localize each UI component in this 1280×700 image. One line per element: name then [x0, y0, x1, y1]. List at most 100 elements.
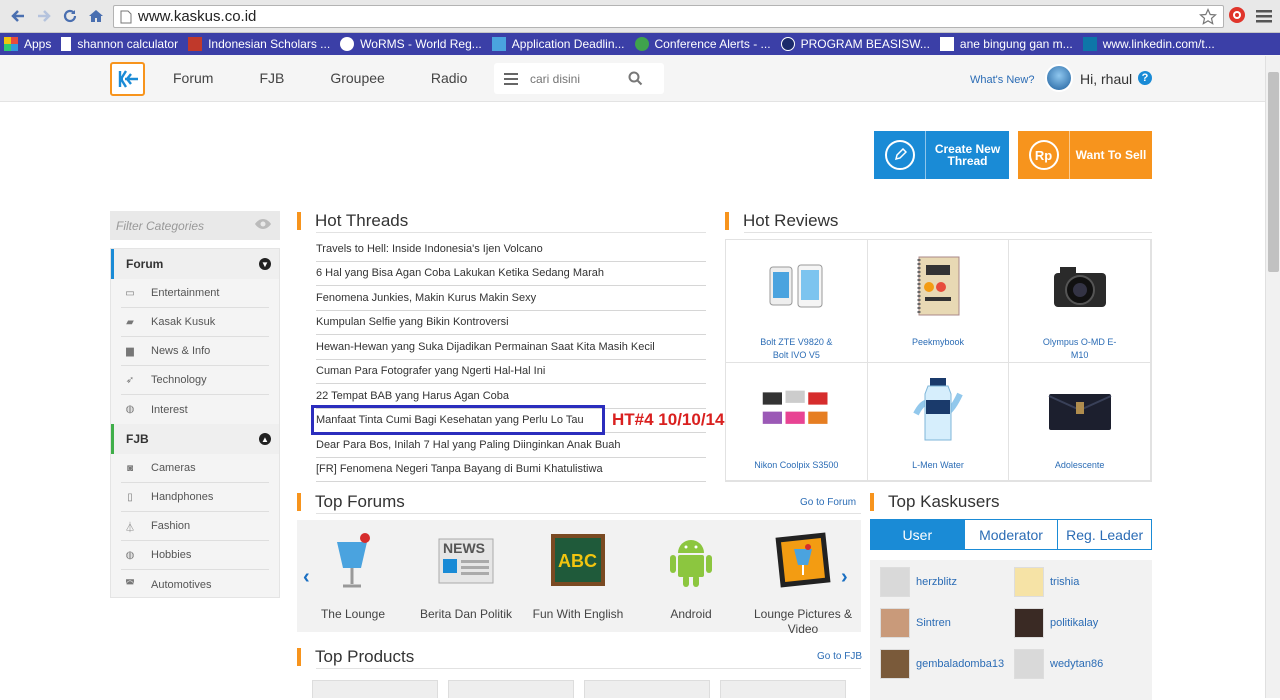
review-card[interactable]: Peekmybook	[867, 240, 1010, 363]
thread-link[interactable]: Cuman Para Fotografer yang Ngerti Hal-Ha…	[316, 360, 706, 384]
review-card[interactable]: Olympus O-MD E- M10	[1009, 240, 1151, 363]
whats-new-link[interactable]: What's New?	[970, 74, 1034, 86]
go-to-forum-link[interactable]: Go to Forum	[800, 497, 856, 508]
bookmark-item[interactable]: WoRMS - World Reg...	[340, 37, 482, 51]
bookmark-item[interactable]: Application Deadlin...	[491, 37, 625, 51]
thread-link[interactable]: Hewan-Hewan yang Suka Dijadikan Permaina…	[316, 335, 706, 360]
chevron-up-icon[interactable]: ▲	[259, 433, 271, 445]
news-text: NEWS	[443, 540, 485, 556]
go-to-fjb-link[interactable]: Go to FJB	[817, 651, 862, 662]
wallet-image	[1045, 375, 1115, 443]
search-icon[interactable]	[628, 71, 643, 86]
category-fashion[interactable]: ⏃ Fashion	[121, 512, 269, 541]
chrome-menu-icon[interactable]	[1256, 8, 1272, 24]
reload-button[interactable]	[58, 4, 82, 28]
category-forum-header[interactable]: Forum ▼	[111, 249, 279, 279]
eye-icon[interactable]	[254, 218, 272, 230]
review-card[interactable]: L-Men Water	[867, 363, 1010, 481]
rupiah-icon: Rp	[1028, 140, 1059, 170]
divider	[744, 232, 1152, 233]
address-bar[interactable]: www.kaskus.co.id	[113, 5, 1224, 28]
kaskus-k-icon	[118, 70, 138, 88]
page-scrollbar[interactable]	[1265, 56, 1280, 698]
forward-button[interactable]	[32, 4, 56, 28]
nav-groupee[interactable]: Groupee	[330, 70, 384, 86]
extension-icon[interactable]	[1228, 6, 1246, 24]
scrollbar-thumb[interactable]	[1268, 72, 1279, 272]
tab-user[interactable]: User	[871, 520, 965, 549]
nav-fjb[interactable]: FJB	[259, 70, 284, 86]
bookmark-item[interactable]: ane bingung gan m...	[939, 37, 1073, 51]
bookmark-star-icon[interactable]	[1199, 8, 1217, 26]
avatar[interactable]	[1045, 64, 1073, 92]
thread-link[interactable]: [FR] Fenomena Negeri Tanpa Bayang di Bum…	[316, 458, 706, 482]
kaskuser-item[interactable]: trishia	[1014, 567, 1079, 597]
thread-link[interactable]: Kumpulan Selfie yang Bikin Kontroversi	[316, 311, 706, 335]
top-nav: Forum FJB Groupee Radio	[173, 70, 513, 86]
user-greeting[interactable]: Hi, rhaul	[1080, 71, 1132, 87]
home-button[interactable]	[84, 4, 108, 28]
kaskuser-item[interactable]: herzblitz	[880, 567, 957, 597]
forum-card[interactable]: ABC Fun With English	[528, 530, 628, 622]
category-technology[interactable]: ➶ Technology	[121, 366, 269, 395]
top-products-heading: Top Products	[297, 646, 414, 668]
forum-card[interactable]: Android	[641, 530, 741, 622]
product-card[interactable]	[584, 680, 710, 698]
avatar	[1014, 567, 1044, 597]
tv-icon: ▭	[125, 287, 135, 299]
search-box	[494, 63, 664, 94]
product-card[interactable]	[312, 680, 438, 698]
forum-card[interactable]: The Lounge	[303, 530, 403, 622]
tab-moderator[interactable]: Moderator	[964, 520, 1059, 549]
nav-forum[interactable]: Forum	[173, 70, 213, 86]
kaskuser-item[interactable]: Sintren	[880, 608, 951, 638]
category-news-info[interactable]: ▆ News & Info	[121, 337, 269, 366]
review-card[interactable]: Adolescente	[1009, 363, 1151, 481]
nav-radio[interactable]: Radio	[431, 70, 468, 86]
category-kasak-kusuk[interactable]: ▰ Kasak Kusuk	[121, 308, 269, 337]
thread-link[interactable]: 6 Hal yang Bisa Agan Coba Lakukan Ketika…	[316, 262, 706, 286]
kaskuser-item[interactable]: gembaladomba13	[880, 649, 1004, 679]
category-interest[interactable]: ◍ Interest	[121, 395, 269, 424]
product-card[interactable]	[720, 680, 846, 698]
category-cameras[interactable]: ◙ Cameras	[121, 454, 269, 483]
want-to-sell-button[interactable]: Rp Want To Sell	[1018, 131, 1152, 179]
bookmark-apps[interactable]: Apps	[4, 37, 51, 51]
chevron-down-icon[interactable]: ▼	[259, 258, 271, 270]
water-bottle-image	[903, 375, 973, 443]
thread-link[interactable]: Dear Para Bos, Inilah 7 Hal yang Paling …	[316, 433, 706, 458]
category-handphones[interactable]: ▯ Handphones	[121, 483, 269, 512]
search-input[interactable]	[528, 71, 624, 86]
bookmark-item[interactable]: www.linkedin.com/t...	[1082, 37, 1215, 51]
annotation-label: HT#4 10/10/14	[612, 410, 725, 429]
category-fjb-header[interactable]: FJB ▲	[111, 424, 279, 454]
thread-link[interactable]: Fenomena Junkies, Makin Kurus Makin Sexy	[316, 286, 706, 311]
lounge-pictures-icon	[774, 530, 832, 590]
bookmark-item[interactable]: Conference Alerts - ...	[634, 37, 771, 51]
category-hobbies[interactable]: ◍ Hobbies	[121, 541, 269, 570]
bookmark-item[interactable]: shannon calculator	[61, 37, 178, 51]
bookmark-item[interactable]: Indonesian Scholars ...	[188, 37, 330, 51]
kaskuser-item[interactable]: politikalay	[1014, 608, 1098, 638]
kaskus-logo[interactable]	[110, 62, 145, 96]
category-entertainment[interactable]: ▭ Entertainment	[121, 279, 269, 308]
menu-icon[interactable]	[494, 72, 528, 85]
filter-categories-input[interactable]: Filter Categories	[110, 211, 280, 240]
product-card[interactable]	[448, 680, 574, 698]
review-card[interactable]: Nikon Coolpix S3500	[726, 363, 868, 481]
review-card[interactable]: Bolt ZTE V9820 & Bolt IVO V5	[726, 240, 868, 363]
category-automotives[interactable]: ◚ Automotives	[121, 570, 269, 599]
kaskuser-item[interactable]: wedytan86	[1014, 649, 1103, 679]
car-icon: ◚	[125, 579, 135, 590]
forum-card[interactable]: Lounge Pictures & Video	[753, 530, 853, 637]
thread-link[interactable]: Travels to Hell: Inside Indonesia's Ijen…	[316, 237, 706, 262]
back-button[interactable]	[6, 4, 30, 28]
hot-reviews-heading: Hot Reviews	[725, 210, 838, 232]
forum-card[interactable]: NEWS Berita Dan Politik	[416, 530, 516, 622]
bookmark-item[interactable]: PROGRAM BEASISW...	[780, 37, 930, 51]
tab-reg-leader[interactable]: Reg. Leader	[1058, 520, 1152, 549]
i5-icon	[188, 37, 203, 51]
top-forums-carousel: ‹ › The Lounge NEWS Berita Dan Politik A…	[297, 520, 861, 636]
create-thread-button[interactable]: Create New Thread	[874, 131, 1009, 179]
help-icon[interactable]: ?	[1138, 71, 1152, 85]
